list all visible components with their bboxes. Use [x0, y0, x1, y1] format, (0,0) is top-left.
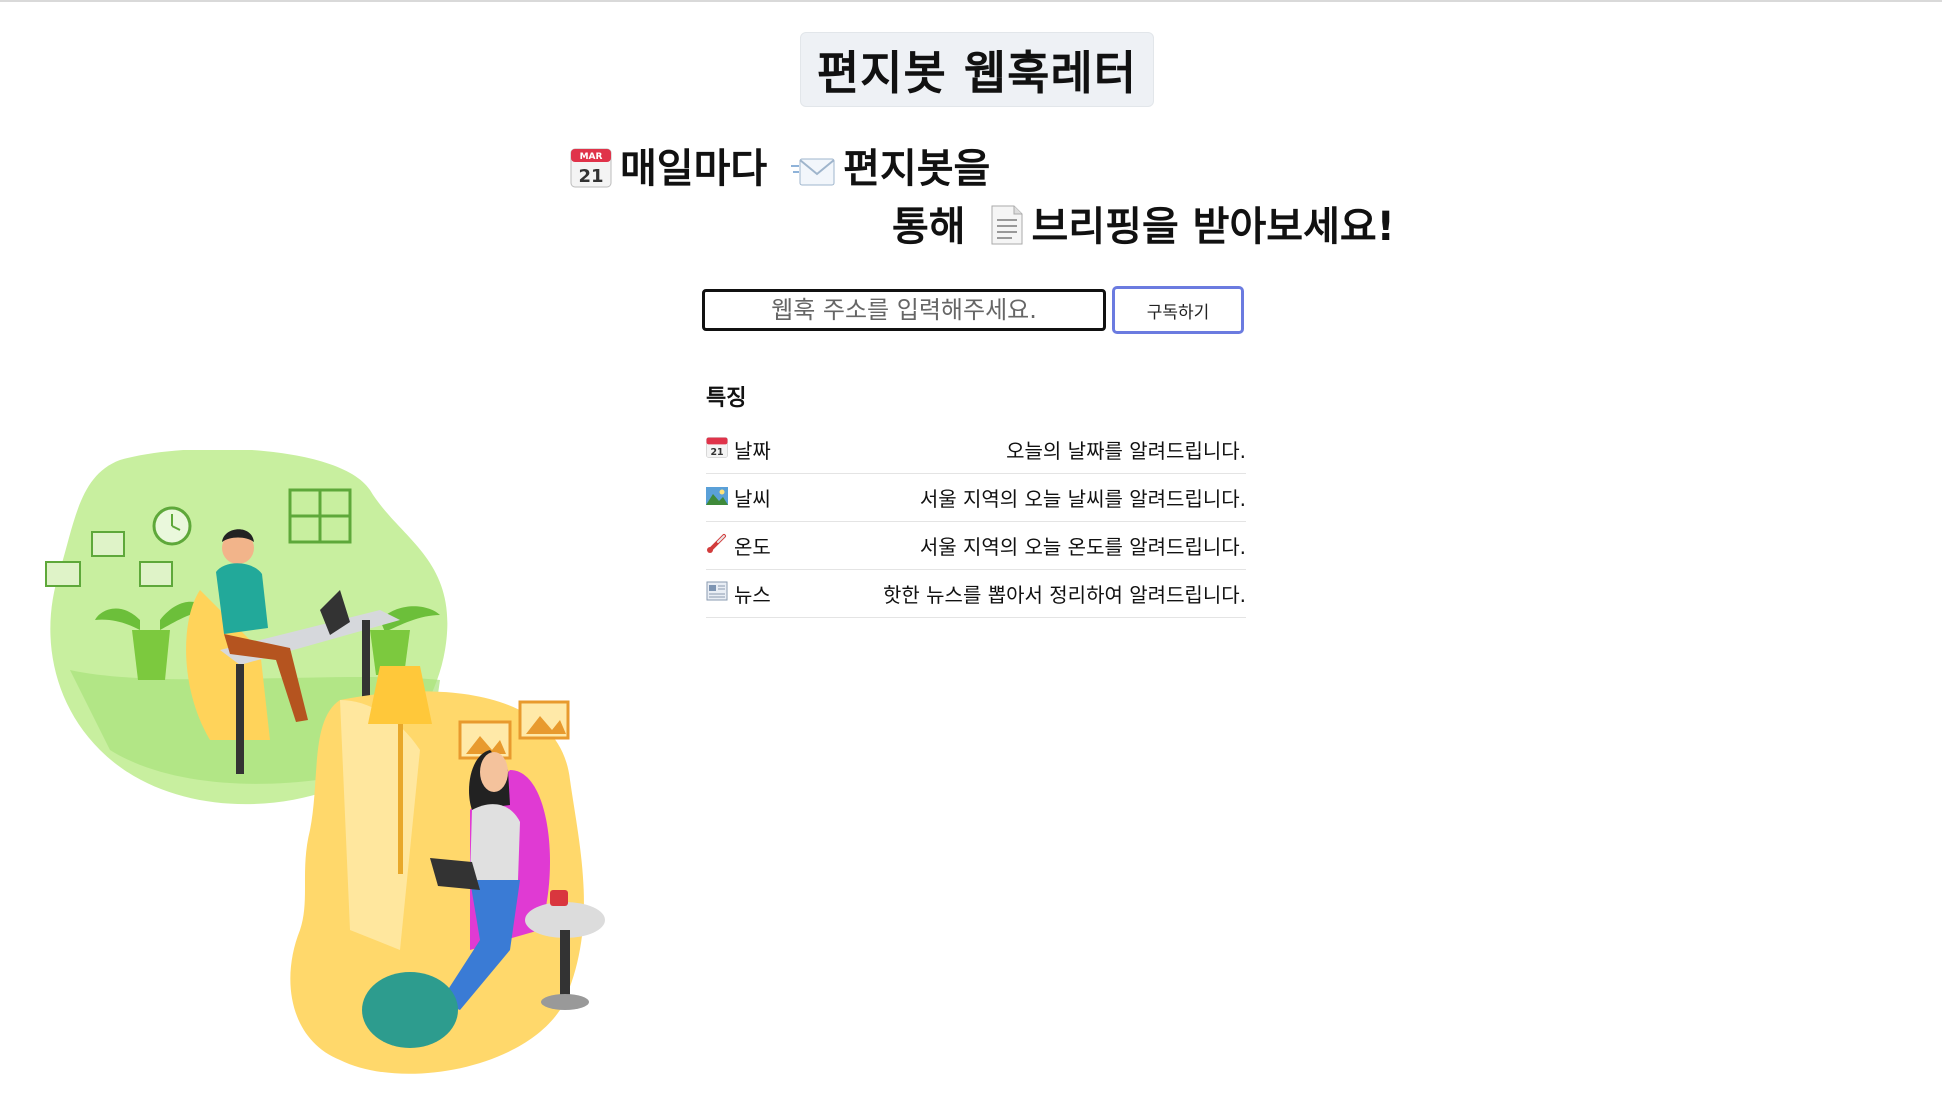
headline: MAR 21 매일마다 편지봇을 통해 브리핑을 받아보세요!	[560, 143, 1420, 259]
feature-row-date: 21 날짜 오늘의 날짜를 알려드립니다.	[706, 426, 1246, 474]
feature-desc-news: 핫한 뉴스를 뽑아서 정리하여 알려드립니다.	[883, 583, 1246, 607]
calendar-icon: 21	[706, 436, 728, 463]
headline-line-1: MAR 21 매일마다 편지봇을	[560, 143, 1420, 201]
feature-name-weather: 날씨	[734, 487, 771, 511]
features-heading: 특징	[706, 386, 747, 411]
feature-desc-weather: 서울 지역의 오늘 날씨를 알려드립니다.	[919, 487, 1246, 511]
landscape-icon	[706, 486, 728, 510]
headline-text-bot: 편지봇을	[843, 146, 991, 192]
remote-work-illustration	[40, 448, 680, 1100]
document-icon	[990, 204, 1024, 259]
envelope-icon	[791, 149, 835, 201]
features-section: 특징 21 날짜 오늘의 날짜를 알려드립니다. 날씨 서울 지역의 오늘 날씨…	[706, 380, 1246, 618]
subscribe-form: 구독하기	[702, 286, 1244, 334]
headline-text-daily: 매일마다	[620, 146, 768, 192]
feature-name-news: 뉴스	[734, 583, 771, 607]
newspaper-icon	[706, 581, 728, 606]
headline-text-briefing: 브리핑을 받아보세요!	[1031, 204, 1395, 250]
headline-text-through: 통해	[892, 204, 966, 250]
svg-text:21: 21	[578, 166, 603, 187]
svg-text:MAR: MAR	[580, 152, 603, 162]
feature-row-weather: 날씨 서울 지역의 오늘 날씨를 알려드립니다.	[706, 474, 1246, 522]
feature-name-date: 날짜	[734, 439, 771, 463]
thermometer-icon	[706, 532, 728, 559]
subscribe-button[interactable]: 구독하기	[1112, 286, 1244, 334]
calendar-icon: MAR 21	[570, 146, 612, 201]
feature-row-news: 뉴스 핫한 뉴스를 뽑아서 정리하여 알려드립니다.	[706, 570, 1246, 618]
feature-row-temperature: 온도 서울 지역의 오늘 온도를 알려드립니다.	[706, 522, 1246, 570]
headline-line-2: 통해 브리핑을 받아보세요!	[560, 201, 1420, 259]
top-divider	[0, 0, 1942, 2]
feature-desc-date: 오늘의 날짜를 알려드립니다.	[1006, 439, 1246, 463]
page-title: 편지봇 웹훅레터	[800, 32, 1154, 107]
feature-desc-temperature: 서울 지역의 오늘 온도를 알려드립니다.	[919, 535, 1246, 559]
svg-text:21: 21	[710, 447, 723, 458]
feature-name-temperature: 온도	[734, 535, 771, 559]
webhook-url-input[interactable]	[702, 289, 1106, 331]
